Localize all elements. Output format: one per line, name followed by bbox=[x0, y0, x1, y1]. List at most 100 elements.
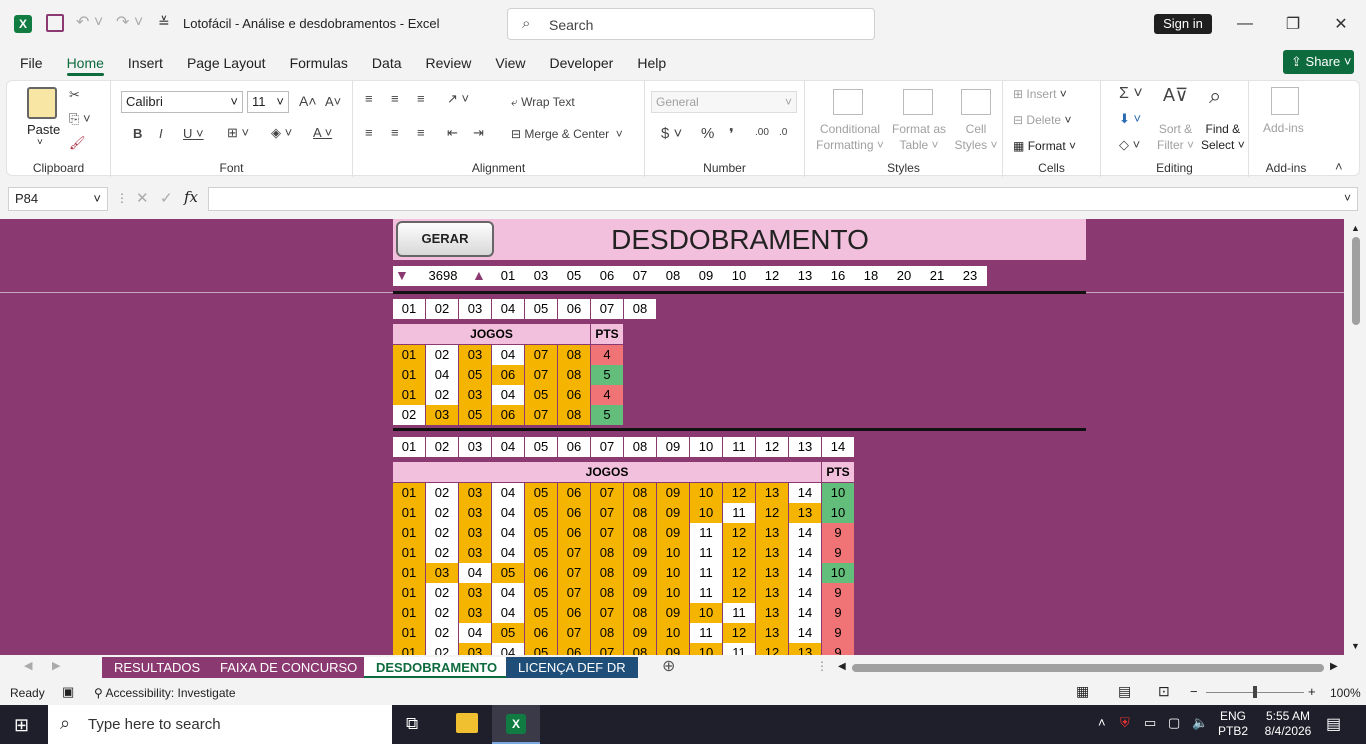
game-number[interactable]: 11 bbox=[723, 643, 755, 655]
game-number[interactable]: 05 bbox=[525, 385, 557, 405]
cell-styles-icon[interactable] bbox=[961, 89, 991, 115]
game-number[interactable]: 08 bbox=[591, 563, 623, 583]
game-number[interactable]: 13 bbox=[756, 483, 788, 503]
game-number[interactable]: 03 bbox=[459, 543, 491, 563]
selected-number[interactable]: 06 bbox=[591, 266, 623, 286]
addins-icon[interactable] bbox=[1271, 87, 1299, 115]
undo-icon[interactable]: ↶ ˅ bbox=[76, 12, 103, 32]
game-number[interactable]: 01 bbox=[393, 365, 425, 385]
points-cell[interactable]: 4 bbox=[591, 385, 623, 405]
tray-chevron-icon[interactable]: ˄ bbox=[1098, 715, 1106, 730]
header-number[interactable]: 04 bbox=[492, 437, 524, 457]
selected-number[interactable]: 12 bbox=[756, 266, 788, 286]
game-number[interactable]: 12 bbox=[756, 503, 788, 523]
game-number[interactable]: 11 bbox=[690, 563, 722, 583]
header-number[interactable]: 07 bbox=[591, 299, 623, 319]
collapse-ribbon-icon[interactable]: ˄ bbox=[1335, 159, 1343, 174]
game-number[interactable]: 04 bbox=[492, 503, 524, 523]
game-number[interactable]: 10 bbox=[657, 563, 689, 583]
sheet-tab-faixa[interactable]: FAIXA DE CONCURSO bbox=[208, 657, 370, 678]
font-color-icon[interactable]: A ˅ bbox=[313, 125, 332, 140]
file-explorer-icon[interactable] bbox=[456, 713, 478, 733]
formula-input[interactable]: ˅ bbox=[208, 187, 1358, 211]
game-number[interactable]: 01 bbox=[393, 603, 425, 623]
close-icon[interactable]: ✕ bbox=[1318, 0, 1364, 48]
jogos-header[interactable]: JOGOS bbox=[393, 462, 821, 482]
header-number[interactable]: 13 bbox=[789, 437, 821, 457]
header-number[interactable]: 01 bbox=[393, 437, 425, 457]
points-cell[interactable]: 4 bbox=[591, 345, 623, 365]
sort-filter-button[interactable]: Sort & Filter ˅ bbox=[1157, 121, 1194, 153]
game-number[interactable]: 06 bbox=[558, 503, 590, 523]
copy-icon[interactable]: ⎘ ˅ bbox=[69, 111, 91, 127]
game-number[interactable]: 09 bbox=[657, 603, 689, 623]
game-number[interactable]: 04 bbox=[492, 583, 524, 603]
game-number[interactable]: 09 bbox=[657, 503, 689, 523]
game-number[interactable]: 12 bbox=[723, 563, 755, 583]
name-box[interactable]: P84 ˅ bbox=[8, 187, 108, 211]
tray-network-icon[interactable]: ▢ bbox=[1168, 715, 1180, 731]
header-number[interactable]: 07 bbox=[591, 437, 623, 457]
find-select-button[interactable]: Find & Select ˅ bbox=[1201, 121, 1245, 153]
header-number[interactable]: 06 bbox=[558, 437, 590, 457]
tab-review[interactable]: Review bbox=[414, 48, 484, 78]
scroll-thumb[interactable] bbox=[1352, 237, 1360, 325]
game-number[interactable]: 14 bbox=[789, 583, 821, 603]
game-number[interactable]: 03 bbox=[426, 405, 458, 425]
game-number[interactable]: 14 bbox=[789, 623, 821, 643]
game-number[interactable]: 01 bbox=[393, 563, 425, 583]
scroll-up-icon[interactable]: ▲ bbox=[1351, 223, 1360, 233]
selected-number[interactable]: 03 bbox=[525, 266, 557, 286]
header-number[interactable]: 03 bbox=[459, 437, 491, 457]
cell-styles-button[interactable]: Cell Styles ˅ bbox=[951, 121, 1001, 153]
currency-icon[interactable]: $ ˅ bbox=[661, 125, 682, 142]
game-number[interactable]: 04 bbox=[492, 643, 524, 655]
game-number[interactable]: 02 bbox=[426, 385, 458, 405]
game-number[interactable]: 05 bbox=[459, 405, 491, 425]
conditional-formatting-icon[interactable] bbox=[833, 89, 863, 115]
game-number[interactable]: 08 bbox=[624, 503, 656, 523]
game-number[interactable]: 13 bbox=[756, 543, 788, 563]
game-number[interactable]: 01 bbox=[393, 583, 425, 603]
align-center-icon[interactable]: ≡ bbox=[391, 125, 399, 140]
game-number[interactable]: 05 bbox=[459, 365, 491, 385]
zoom-level[interactable]: 100% bbox=[1330, 686, 1361, 700]
sign-in-button[interactable]: Sign in bbox=[1154, 14, 1212, 34]
game-number[interactable]: 05 bbox=[525, 643, 557, 655]
save-icon[interactable] bbox=[46, 14, 64, 32]
macro-record-icon[interactable]: ▣ bbox=[62, 684, 74, 700]
game-number[interactable]: 13 bbox=[756, 603, 788, 623]
game-number[interactable]: 04 bbox=[492, 543, 524, 563]
share-button[interactable]: ⇪ Share ˅ bbox=[1283, 50, 1354, 74]
header-number[interactable]: 10 bbox=[690, 437, 722, 457]
header-number[interactable]: 01 bbox=[393, 299, 425, 319]
game-number[interactable]: 07 bbox=[591, 483, 623, 503]
game-number[interactable]: 13 bbox=[756, 523, 788, 543]
tab-insert[interactable]: Insert bbox=[116, 48, 175, 78]
format-painter-icon[interactable]: 🖌 bbox=[69, 135, 86, 151]
game-number[interactable]: 03 bbox=[426, 563, 458, 583]
game-number[interactable]: 10 bbox=[657, 623, 689, 643]
paste-icon[interactable] bbox=[27, 87, 57, 119]
comma-icon[interactable]: ❜ bbox=[729, 125, 734, 143]
points-cell[interactable]: 5 bbox=[591, 365, 623, 385]
percent-icon[interactable]: % bbox=[701, 125, 714, 142]
game-number[interactable]: 06 bbox=[492, 405, 524, 425]
game-number[interactable]: 07 bbox=[525, 365, 557, 385]
game-number[interactable]: 03 bbox=[459, 603, 491, 623]
sheet-tab-desdobramento[interactable]: DESDOBRAMENTO bbox=[364, 657, 510, 678]
conditional-formatting-button[interactable]: Conditional Formatting ˅ bbox=[815, 121, 885, 153]
game-number[interactable]: 02 bbox=[426, 623, 458, 643]
game-number[interactable]: 06 bbox=[558, 643, 590, 655]
game-number[interactable]: 11 bbox=[723, 603, 755, 623]
game-number[interactable]: 11 bbox=[690, 623, 722, 643]
points-cell[interactable]: 5 bbox=[591, 405, 623, 425]
tab-view[interactable]: View bbox=[483, 48, 537, 78]
game-number[interactable]: 07 bbox=[525, 345, 557, 365]
addins-button[interactable]: Add-ins bbox=[1263, 121, 1304, 135]
vertical-scrollbar[interactable]: ▲ ▼ bbox=[1344, 219, 1366, 655]
header-number[interactable]: 02 bbox=[426, 437, 458, 457]
insert-cells-button[interactable]: ⊞ Insert ˅ bbox=[1013, 87, 1067, 101]
tray-battery-icon[interactable]: ▭ bbox=[1144, 715, 1156, 731]
game-number[interactable]: 08 bbox=[624, 603, 656, 623]
